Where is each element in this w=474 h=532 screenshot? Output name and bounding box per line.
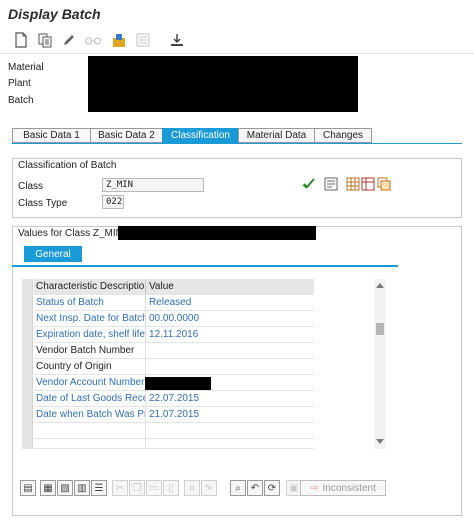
- table-row[interactable]: Expiration date, shelf life 12.11.2016: [34, 327, 314, 343]
- display-change-icon[interactable]: [36, 31, 54, 49]
- material-label: Material: [8, 62, 44, 73]
- row-description: [34, 439, 146, 449]
- paste-icon: ▭: [146, 480, 162, 496]
- classification-icon[interactable]: [110, 31, 128, 49]
- undo-icon[interactable]: ↶: [247, 480, 263, 496]
- redacted-class-description: [118, 226, 316, 240]
- tab-strip: Basic Data 1 Basic Data 2 Classification…: [12, 128, 372, 143]
- tab-changes[interactable]: Changes: [314, 128, 372, 143]
- row-value[interactable]: [147, 343, 313, 359]
- binoculars-icon[interactable]: ⌕: [230, 480, 246, 496]
- inconsistent-label: Inconsistent: [322, 482, 376, 494]
- table-header: Characteristic Description Value: [34, 279, 314, 295]
- table-icon[interactable]: [361, 177, 375, 191]
- tab-general[interactable]: General: [24, 246, 82, 262]
- deselect-all-icon[interactable]: ▧: [57, 480, 73, 496]
- tab-basic-data-1[interactable]: Basic Data 1: [12, 128, 90, 143]
- insert-row-icon: ≡: [184, 480, 200, 496]
- row-value[interactable]: [147, 439, 313, 449]
- copy-icon: ❐: [129, 480, 145, 496]
- row-description: Next Insp. Date for Batch: [34, 311, 146, 327]
- row-description: Status of Batch: [34, 295, 146, 311]
- copy-values-icon[interactable]: [377, 177, 391, 191]
- new-document-icon[interactable]: [12, 31, 30, 49]
- classification-group: Classification of Batch: [12, 158, 462, 218]
- list-icon: [134, 31, 152, 49]
- glasses-icon: [84, 31, 102, 49]
- row-selector-column: [22, 279, 33, 449]
- column-header-description[interactable]: Characteristic Description: [34, 279, 146, 295]
- filter-icon[interactable]: ☰: [91, 480, 107, 496]
- table-row[interactable]: [34, 439, 314, 449]
- table-row[interactable]: Status of Batch Released: [34, 295, 314, 311]
- row-value[interactable]: 21.07.2015: [147, 407, 313, 423]
- sort-icon[interactable]: ▥: [74, 480, 90, 496]
- row-description: Date when Batch Was Pr...: [34, 407, 146, 423]
- table-row[interactable]: Vendor Batch Number: [34, 343, 314, 359]
- redacted-header-values: [88, 56, 358, 112]
- subtab-underline: [12, 265, 398, 267]
- scroll-up-arrow-icon[interactable]: [376, 283, 384, 288]
- class-label: Class: [18, 181, 44, 192]
- row-description: Vendor Account Number: [34, 375, 146, 391]
- download-icon[interactable]: [168, 31, 186, 49]
- row-description: Vendor Batch Number: [34, 343, 146, 359]
- check-icon[interactable]: [302, 177, 316, 191]
- row-description: [34, 423, 146, 439]
- scroll-down-arrow-icon[interactable]: [376, 439, 384, 444]
- overview-icon[interactable]: [324, 177, 338, 191]
- delete-icon: ▯: [163, 480, 179, 496]
- scroll-thumb[interactable]: [376, 323, 384, 335]
- refresh-icon[interactable]: ⟳: [264, 480, 280, 496]
- row-value[interactable]: [147, 423, 313, 439]
- row-value[interactable]: 12.11.2016: [147, 327, 313, 343]
- table-scrollbar[interactable]: [374, 279, 386, 449]
- class-field[interactable]: Z_MIN: [102, 178, 204, 192]
- cut-icon: ✂: [112, 480, 128, 496]
- column-header-value[interactable]: Value: [147, 279, 313, 295]
- tab-material-data[interactable]: Material Data: [238, 128, 314, 143]
- inconsistent-button[interactable]: ⇨ Inconsistent: [300, 480, 386, 496]
- row-value[interactable]: [147, 359, 313, 375]
- plant-label: Plant: [8, 78, 31, 89]
- main-toolbar: [0, 28, 474, 54]
- class-type-label: Class Type: [18, 198, 68, 209]
- classification-group-title: Classification of Batch: [13, 158, 461, 172]
- table-row[interactable]: Date of Last Goods Recei... 22.07.2015: [34, 391, 314, 407]
- details-icon[interactable]: ▤: [20, 480, 36, 496]
- tab-classification[interactable]: Classification: [162, 128, 238, 143]
- row-description: Expiration date, shelf life: [34, 327, 146, 343]
- row-description: Date of Last Goods Recei...: [34, 391, 146, 407]
- pencil-icon[interactable]: [60, 31, 78, 49]
- class-type-field[interactable]: 022: [102, 195, 124, 209]
- batch-label: Batch: [8, 95, 34, 106]
- row-value[interactable]: 22.07.2015: [147, 391, 313, 407]
- tab-underline: [12, 143, 462, 144]
- table-row[interactable]: Country of Origin: [34, 359, 314, 375]
- row-value[interactable]: 00.00.0000: [147, 311, 313, 327]
- row-value[interactable]: Released: [147, 295, 313, 311]
- row-description: Country of Origin: [34, 359, 146, 375]
- select-all-icon[interactable]: ▦: [40, 480, 56, 496]
- page-title: Display Batch: [8, 6, 101, 22]
- table-row[interactable]: Next Insp. Date for Batch 00.00.0000: [34, 311, 314, 327]
- redacted-vendor-account: [145, 377, 211, 390]
- table-row[interactable]: Date when Batch Was Pr... 21.07.2015: [34, 407, 314, 423]
- edit-icon: ✎: [201, 480, 217, 496]
- table-row[interactable]: [34, 423, 314, 439]
- values-grid-icon[interactable]: [346, 177, 360, 191]
- arrow-icon: ⇨: [310, 482, 319, 494]
- tab-basic-data-2[interactable]: Basic Data 2: [90, 128, 162, 143]
